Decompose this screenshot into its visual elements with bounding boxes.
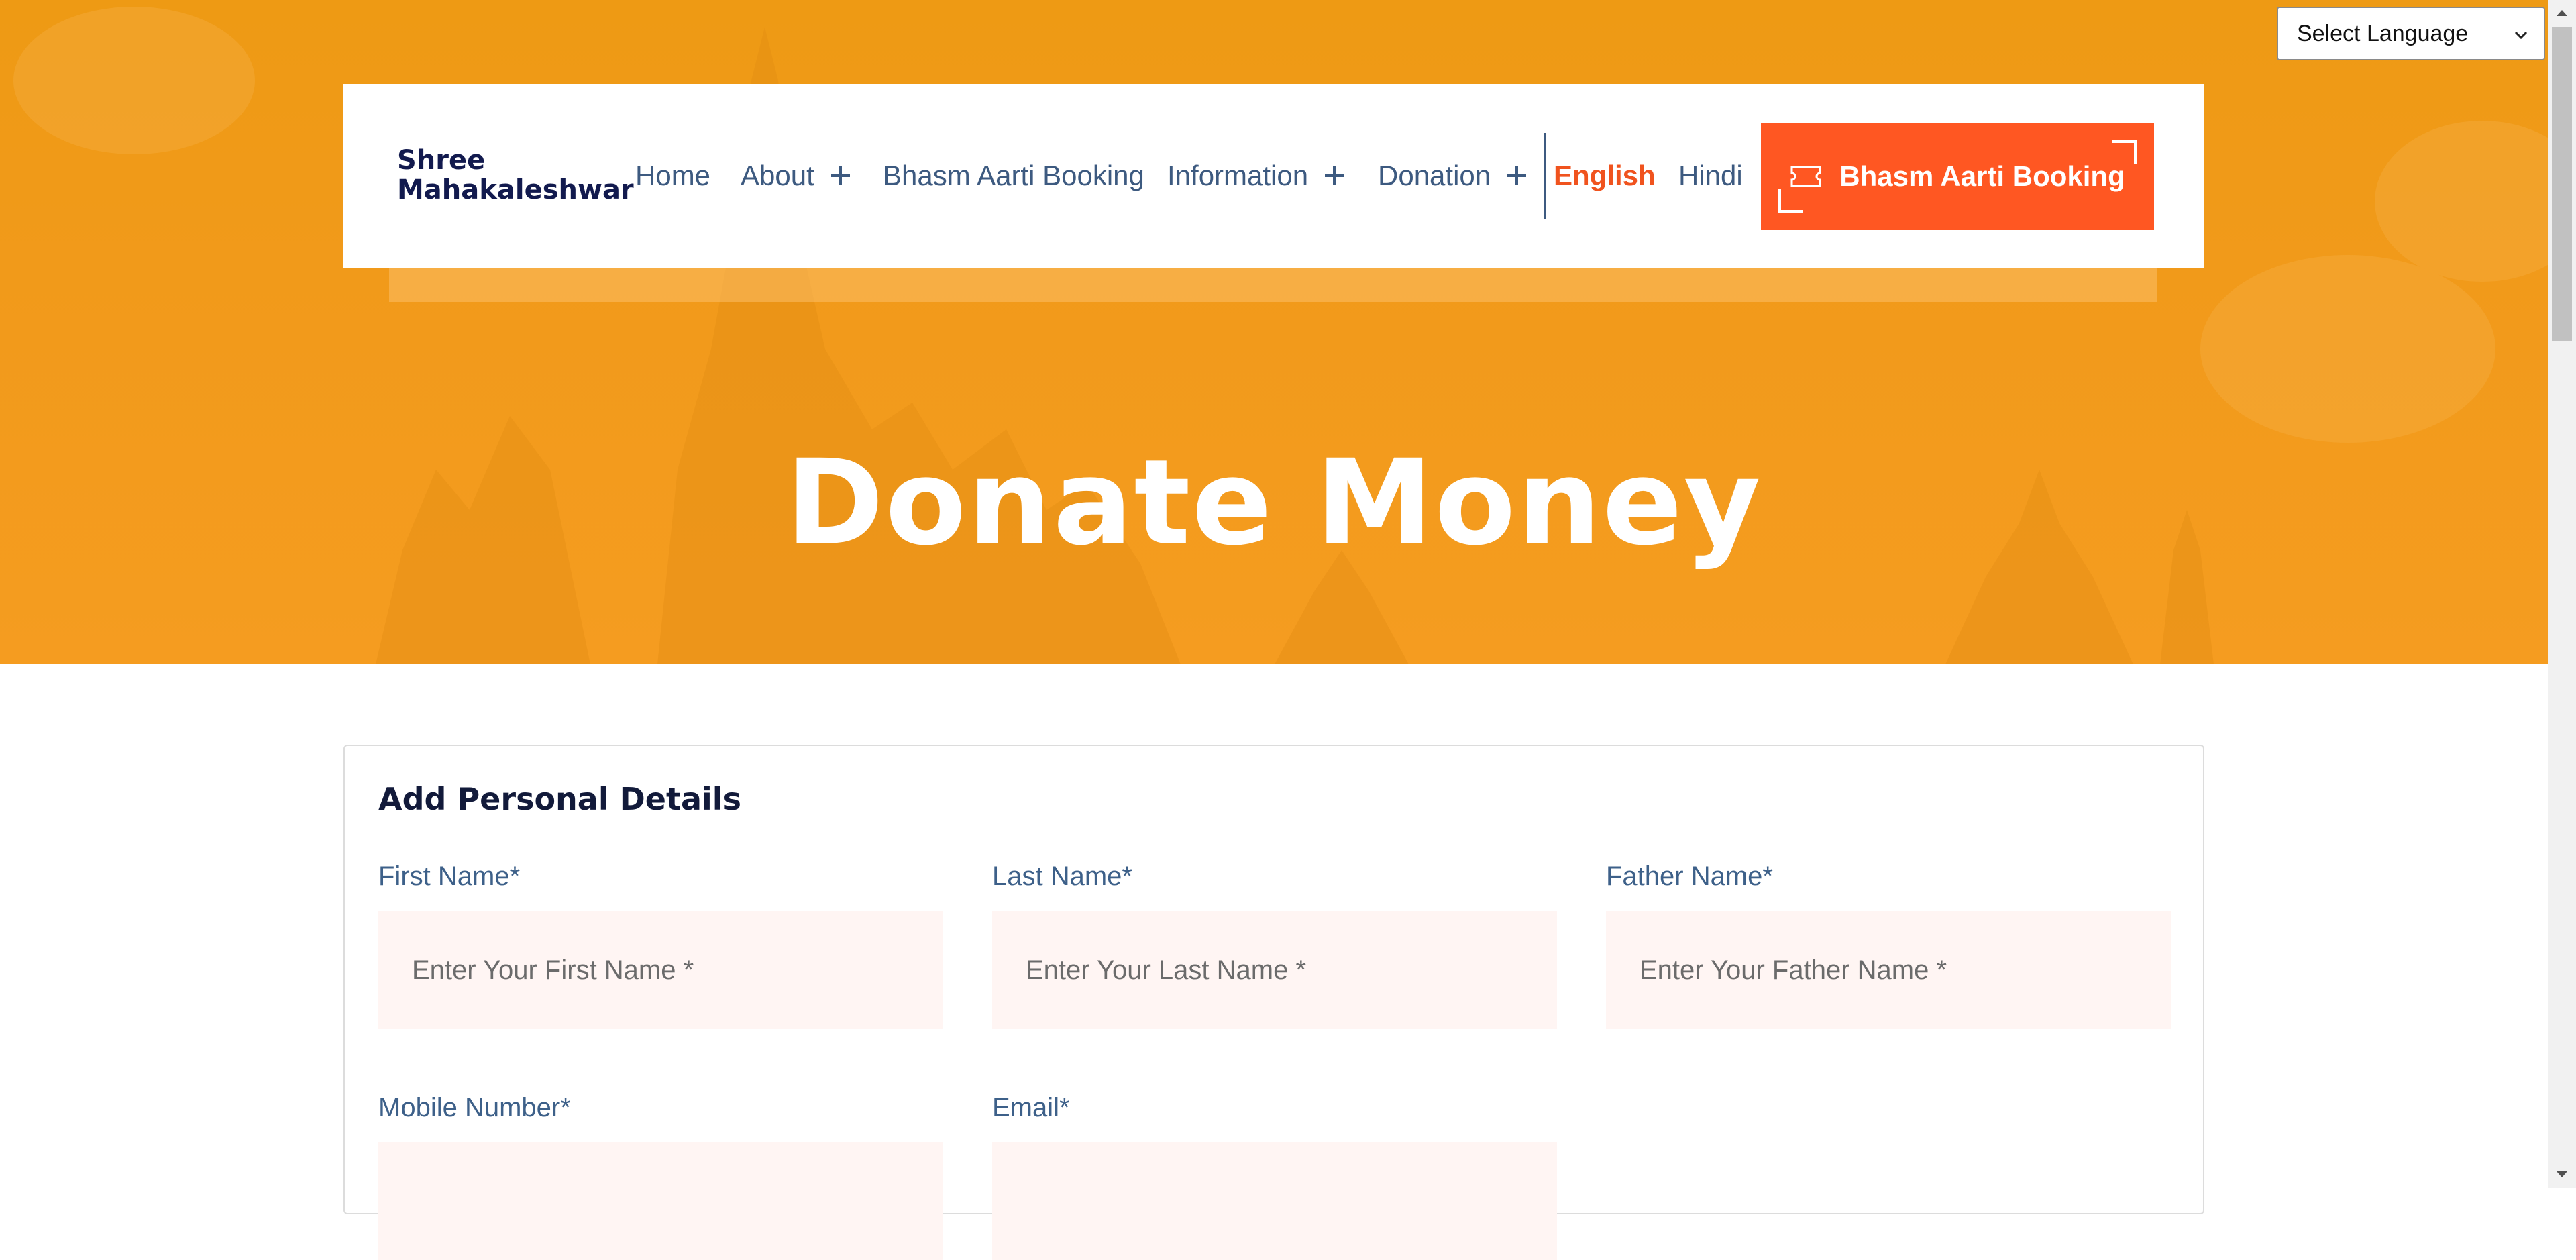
nav-donation[interactable]: Donation [1378,160,1528,192]
corner-decoration-icon [1778,189,1803,213]
nav-about-label: About [741,160,814,191]
ticket-icon [1790,166,1821,187]
nav-home-label: Home [635,160,711,191]
page-title: Donate Money [786,434,1762,572]
first-name-label: First Name* [378,861,521,891]
select-language-dropdown[interactable]: Select Language [2277,7,2545,60]
nav-about[interactable]: About [741,160,852,192]
plus-icon [830,166,850,185]
lang-english-link[interactable]: English [1554,160,1656,192]
bhasm-aarti-booking-button[interactable]: Bhasm Aarti Booking [1761,123,2154,230]
page-scrollbar[interactable] [2548,0,2576,1188]
scroll-down-arrow-icon[interactable] [2555,1170,2569,1179]
scrollbar-thumb[interactable] [2552,27,2572,341]
nav-bhasm-aarti-booking[interactable]: Bhasm Aarti Booking [883,160,1144,192]
email-input[interactable] [992,1142,1557,1260]
lang-hindi-link[interactable]: Hindi [1678,160,1743,192]
select-language-value: Select Language [2297,20,2469,46]
nav-bhasm-aarti-booking-label: Bhasm Aarti Booking [883,160,1144,191]
nav-divider [1544,133,1546,219]
header-shadow [389,267,2157,302]
site-header: Shree Mahakaleshwar Home About Bhasm Aar… [343,84,2204,268]
logo-line-1: Shree [397,145,486,176]
chevron-down-icon [2514,31,2528,40]
logo-line-2: Mahakaleshwar [397,174,634,205]
form-heading: Add Personal Details [378,781,741,817]
nav-information[interactable]: Information [1167,160,1346,192]
father-name-input[interactable] [1606,911,2171,1029]
nav-information-label: Information [1167,160,1309,191]
first-name-input[interactable] [378,911,943,1029]
site-logo[interactable]: Shree Mahakaleshwar [397,146,634,205]
plus-icon [1325,166,1344,185]
mobile-number-input[interactable] [378,1142,943,1260]
scroll-up-arrow-icon[interactable] [2555,8,2569,17]
corner-decoration-icon [2112,140,2137,164]
nav-home[interactable]: Home [635,160,710,192]
plus-icon [1507,166,1527,185]
last-name-input[interactable] [992,911,1557,1029]
email-label: Email* [992,1093,1070,1122]
mobile-number-label: Mobile Number* [378,1093,571,1122]
personal-details-form: Add Personal Details First Name* Last Na… [343,745,2204,1260]
nav-donation-label: Donation [1378,160,1491,191]
last-name-label: Last Name* [992,861,1132,891]
bhasm-aarti-booking-button-label: Bhasm Aarti Booking [1839,160,2125,192]
father-name-label: Father Name* [1606,861,1773,891]
